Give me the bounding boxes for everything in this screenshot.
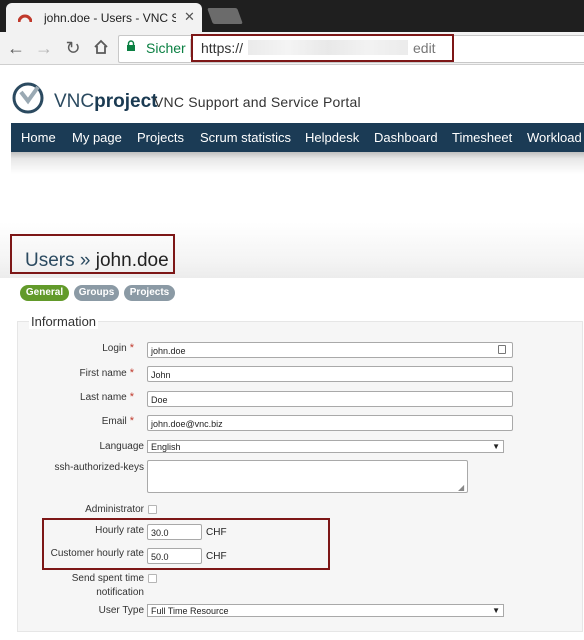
forward-arrow-icon[interactable]: →: [34, 38, 54, 58]
reload-icon[interactable]: ↻: [63, 38, 83, 58]
nav-my-page[interactable]: My page: [72, 130, 122, 145]
nav-home[interactable]: Home: [21, 130, 56, 145]
logo-text-bold: project: [94, 91, 158, 112]
user-type-label: User Type: [98, 605, 144, 616]
nav-scrum-statistics[interactable]: Scrum statistics: [200, 130, 291, 145]
resize-handle-icon[interactable]: ◢: [458, 483, 464, 492]
nav-workload[interactable]: Workload: [527, 130, 582, 145]
rates-highlight-box: [42, 518, 330, 570]
administrator-label: Administrator: [85, 504, 144, 515]
nav-helpdesk[interactable]: Helpdesk: [305, 130, 359, 145]
browser-tab[interactable]: john.doe - Users - VNC S ✕: [6, 3, 202, 32]
redmine-favicon-icon: [18, 14, 32, 23]
login-label-text: Login: [102, 343, 127, 354]
ssh-keys-label: ssh-authorized-keys: [54, 462, 144, 473]
administrator-checkbox[interactable]: [148, 505, 157, 514]
email-label: Email *: [102, 415, 134, 427]
site-logo-text[interactable]: VNCproject: [54, 91, 157, 113]
dropdown-arrow-icon: ▼: [492, 606, 500, 615]
login-label: Login *: [102, 342, 134, 354]
dropdown-arrow-icon: ▼: [492, 442, 500, 451]
firstname-label-text: First name: [79, 368, 127, 379]
site-subtitle: VNC Support and Service Portal: [154, 94, 361, 110]
tab-groups[interactable]: Groups: [74, 285, 119, 301]
required-marker: *: [129, 342, 134, 354]
logo-text-plain: VNC: [54, 91, 95, 112]
vnc-logo-icon: [12, 82, 44, 114]
tab-general[interactable]: General: [20, 285, 69, 301]
email-label-text: Email: [101, 416, 127, 427]
back-arrow-icon[interactable]: ←: [6, 38, 26, 58]
email-input[interactable]: john.doe@vnc.biz: [147, 415, 513, 431]
send-spent-time-checkbox[interactable]: [148, 574, 157, 583]
firstname-label: First name *: [79, 367, 134, 379]
password-manager-icon[interactable]: [498, 345, 506, 354]
send-spent-time-label: Send spent time: [71, 573, 144, 584]
lastname-label: Last name *: [80, 391, 134, 403]
tab-projects[interactable]: Projects: [124, 285, 175, 301]
nav-dashboard[interactable]: Dashboard: [374, 130, 438, 145]
language-select[interactable]: English ▼: [147, 440, 504, 453]
language-label: Language: [99, 441, 145, 452]
required-marker: *: [129, 415, 134, 427]
ssh-keys-textarea[interactable]: [147, 460, 468, 493]
firstname-input[interactable]: John: [147, 366, 513, 382]
tab-close-icon[interactable]: ✕: [184, 9, 195, 25]
required-marker: *: [129, 391, 134, 403]
nav-projects[interactable]: Projects: [137, 130, 184, 145]
home-icon[interactable]: [93, 39, 109, 55]
new-tab-button[interactable]: [207, 8, 243, 24]
user-type-select[interactable]: Full Time Resource ▼: [147, 604, 504, 617]
nav-shadow: [11, 152, 584, 174]
send-spent-time-label-line2: notification: [96, 587, 144, 598]
required-marker: *: [129, 367, 134, 379]
title-highlight-box: [10, 234, 175, 274]
top-navigation: Home My page Projects Scrum statistics H…: [11, 123, 584, 152]
login-input[interactable]: john.doe: [147, 342, 513, 358]
language-selected: English: [151, 442, 181, 452]
browser-tab-strip: john.doe - Users - VNC S ✕: [0, 0, 584, 32]
secure-label: Sicher: [146, 40, 186, 56]
browser-tab-title: john.doe - Users - VNC S: [44, 11, 176, 25]
nav-timesheet[interactable]: Timesheet: [452, 130, 512, 145]
lastname-input[interactable]: Doe: [147, 391, 513, 407]
user-type-selected: Full Time Resource: [151, 606, 229, 616]
lastname-label-text: Last name: [80, 392, 127, 403]
url-highlight-box: [191, 34, 454, 62]
information-legend: Information: [29, 314, 99, 329]
lock-icon: [127, 40, 135, 51]
